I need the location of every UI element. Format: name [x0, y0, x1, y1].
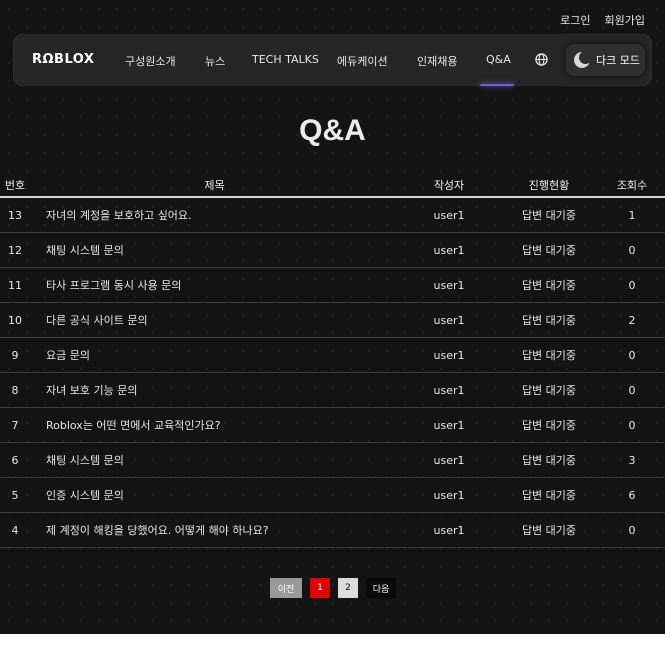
row-status: 답변 대기중	[499, 512, 599, 548]
login-link[interactable]: 로그인	[560, 12, 590, 28]
header-title: 제목	[30, 174, 399, 198]
table-row[interactable]: 12 채팅 시스템 문의 user1 답변 대기중 0	[0, 232, 665, 268]
row-num: 8	[0, 372, 30, 408]
nav-item-members[interactable]: 구성원소개	[125, 53, 176, 69]
row-author: user1	[399, 302, 499, 338]
top-links: 로그인 회원가입	[560, 12, 645, 28]
row-status: 답변 대기중	[499, 372, 599, 408]
row-status: 답변 대기중	[499, 197, 599, 233]
prev-page-button[interactable]: 이전	[270, 578, 302, 598]
row-status: 답변 대기중	[499, 302, 599, 338]
nav-active-indicator	[480, 84, 514, 86]
page-title: Q&A	[299, 114, 366, 147]
row-status: 답변 대기중	[499, 232, 599, 268]
header-status: 진행현황	[499, 174, 599, 198]
dark-mode-label: 다크 모드	[596, 54, 640, 67]
qna-table: 번호 제목 작성자 진행현황 조회수 13 자녀의 계정을 보호하고 싶어요. …	[0, 174, 665, 548]
moon-icon	[574, 51, 592, 68]
row-title[interactable]: Roblox는 어떤 면에서 교육적인가요?	[30, 407, 399, 443]
table-row[interactable]: 4 제 계정이 해킹을 당했어요. 어떻게 해야 하나요? user1 답변 대…	[0, 512, 665, 548]
nav-item-careers[interactable]: 인재채용	[417, 53, 457, 69]
row-author: user1	[399, 232, 499, 268]
row-title[interactable]: 다른 공식 사이트 문의	[30, 302, 399, 338]
row-status: 답변 대기중	[499, 267, 599, 303]
header-author: 작성자	[399, 174, 499, 198]
row-author: user1	[399, 197, 499, 233]
row-title[interactable]: 자녀 보호 기능 문의	[30, 372, 399, 408]
table-row[interactable]: 13 자녀의 계정을 보호하고 싶어요. user1 답변 대기중 1	[0, 197, 665, 233]
header-num: 번호	[0, 174, 30, 198]
row-author: user1	[399, 477, 499, 513]
row-status: 답변 대기중	[499, 407, 599, 443]
row-num: 10	[0, 302, 30, 338]
pagination: 이전 1 2 다음	[270, 578, 396, 598]
row-num: 7	[0, 407, 30, 443]
table-body: 13 자녀의 계정을 보호하고 싶어요. user1 답변 대기중 1 12 채…	[0, 197, 665, 548]
row-author: user1	[399, 442, 499, 478]
header-views: 조회수	[599, 174, 665, 198]
row-title[interactable]: 제 계정이 해킹을 당했어요. 어떻게 해야 하나요?	[30, 512, 399, 548]
table-row[interactable]: 6 채팅 시스템 문의 user1 답변 대기중 3	[0, 442, 665, 478]
table-row[interactable]: 8 자녀 보호 기능 문의 user1 답변 대기중 0	[0, 372, 665, 408]
row-title[interactable]: 채팅 시스템 문의	[30, 232, 399, 268]
next-page-button[interactable]: 다음	[366, 578, 396, 598]
row-views: 3	[599, 442, 665, 478]
row-num: 12	[0, 232, 30, 268]
row-title[interactable]: 타사 프로그램 동시 사용 문의	[30, 267, 399, 303]
nav-item-education[interactable]: 에듀케이션	[337, 53, 388, 69]
globe-icon[interactable]	[535, 53, 548, 66]
table-row[interactable]: 5 인증 시스템 문의 user1 답변 대기중 6	[0, 477, 665, 513]
row-num: 11	[0, 267, 30, 303]
row-num: 13	[0, 197, 30, 233]
row-author: user1	[399, 337, 499, 373]
row-num: 6	[0, 442, 30, 478]
row-views: 0	[599, 337, 665, 373]
row-author: user1	[399, 267, 499, 303]
row-views: 0	[599, 232, 665, 268]
row-num: 4	[0, 512, 30, 548]
row-views: 0	[599, 407, 665, 443]
table-header-row: 번호 제목 작성자 진행현황 조회수	[0, 174, 665, 198]
row-author: user1	[399, 372, 499, 408]
row-author: user1	[399, 512, 499, 548]
row-views: 0	[599, 267, 665, 303]
row-num: 5	[0, 477, 30, 513]
row-views: 6	[599, 477, 665, 513]
logo[interactable]: RΩBLOX	[32, 52, 94, 67]
dark-mode-button[interactable]: 다크 모드	[566, 44, 645, 76]
row-title[interactable]: 채팅 시스템 문의	[30, 442, 399, 478]
page: 로그인 회원가입 RΩBLOX 구성원소개 뉴스 TECH TALKS 에듀케이…	[0, 0, 665, 634]
nav-item-news[interactable]: 뉴스	[205, 53, 225, 69]
row-title[interactable]: 요금 문의	[30, 337, 399, 373]
row-title[interactable]: 인증 시스템 문의	[30, 477, 399, 513]
row-views: 0	[599, 512, 665, 548]
navbar: RΩBLOX 구성원소개 뉴스 TECH TALKS 에듀케이션 인재채용 Q&…	[13, 34, 652, 86]
row-title[interactable]: 자녀의 계정을 보호하고 싶어요.	[30, 197, 399, 233]
nav-item-tech-talks[interactable]: TECH TALKS	[252, 53, 319, 66]
nav-item-qna[interactable]: Q&A	[486, 53, 511, 66]
signup-link[interactable]: 회원가입	[605, 12, 645, 28]
page-button-1[interactable]: 1	[310, 578, 330, 598]
row-views: 2	[599, 302, 665, 338]
table-row[interactable]: 7 Roblox는 어떤 면에서 교육적인가요? user1 답변 대기중 0	[0, 407, 665, 443]
table-row[interactable]: 9 요금 문의 user1 답변 대기중 0	[0, 337, 665, 373]
table-row[interactable]: 10 다른 공식 사이트 문의 user1 답변 대기중 2	[0, 302, 665, 338]
row-status: 답변 대기중	[499, 477, 599, 513]
row-views: 1	[599, 197, 665, 233]
table-row[interactable]: 11 타사 프로그램 동시 사용 문의 user1 답변 대기중 0	[0, 267, 665, 303]
row-views: 0	[599, 372, 665, 408]
row-author: user1	[399, 407, 499, 443]
row-num: 9	[0, 337, 30, 373]
row-status: 답변 대기중	[499, 442, 599, 478]
row-status: 답변 대기중	[499, 337, 599, 373]
page-button-2[interactable]: 2	[338, 578, 358, 598]
